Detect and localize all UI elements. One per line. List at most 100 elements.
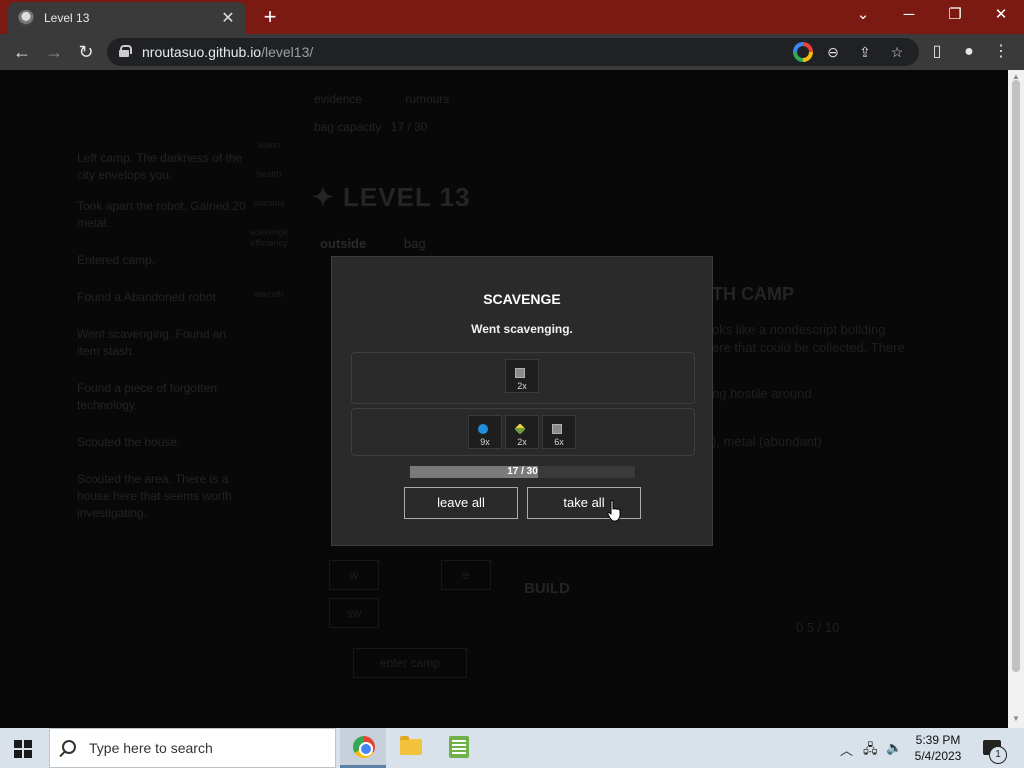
- page-scrollbar[interactable]: ▲ ▼: [1008, 70, 1024, 728]
- compass-icon: ✦: [312, 182, 335, 212]
- clock-time: 5:39 PM: [915, 733, 961, 747]
- game-tabs: outside bag: [320, 236, 426, 251]
- restore-button[interactable]: ❐: [940, 4, 970, 26]
- log-entry: Scouted the area. There is a house here …: [77, 472, 232, 520]
- notification-badge: 1: [989, 746, 1007, 764]
- scroll-down-icon[interactable]: ▼: [1012, 714, 1020, 723]
- search-icon: [62, 740, 76, 754]
- move-east-button[interactable]: e: [441, 560, 491, 590]
- side-panel-icon[interactable]: ▯: [926, 41, 948, 63]
- network-icon[interactable]: 🖧: [863, 740, 878, 762]
- stat-stamina: stamina: [253, 198, 285, 208]
- share-icon[interactable]: ⇪: [855, 42, 875, 62]
- bookmark-star-icon[interactable]: ☆: [887, 42, 907, 62]
- log-entry: Took apart the robot. Gained 20 metal.: [77, 199, 246, 230]
- build-heading: BUILD: [524, 580, 570, 597]
- bag-capacity-value: 17 / 30: [390, 120, 428, 134]
- log-entry: Found a piece of forgotten technology.: [77, 381, 218, 412]
- folder-icon: [400, 736, 422, 755]
- reload-icon[interactable]: ↻: [75, 41, 97, 63]
- take-all-button[interactable]: take all: [527, 487, 641, 519]
- forward-arrow-icon[interactable]: →: [43, 41, 65, 63]
- metal-icon: [552, 424, 562, 434]
- stat-warmth: warmth: [254, 289, 284, 299]
- tab-strip: Level 13 ✕ + ⌄ ─ ❐ ✕: [0, 0, 1024, 34]
- taskbar-chrome[interactable]: [340, 728, 386, 768]
- level-heading: ✦ LEVEL 13: [312, 182, 471, 213]
- close-window-button[interactable]: ✕: [986, 4, 1016, 26]
- tray-chevron-icon[interactable]: ︿: [840, 740, 853, 759]
- hand-cursor-icon: [607, 500, 621, 522]
- found-item-water[interactable]: 9x: [468, 415, 502, 449]
- log-entry: Scouted the house.: [77, 435, 181, 449]
- log-entry: Found a Abandoned robot: [77, 290, 216, 304]
- bag-capacity-label: bag capacity: [314, 120, 382, 134]
- log-entry: Entered camp.: [77, 253, 156, 267]
- log-entry: Went scavenging. Found an item stash.: [77, 327, 227, 358]
- player-stats: vision health stamina scavenge efficienc…: [246, 140, 292, 300]
- scavenge-dialog: SCAVENGE Went scavenging. 2x 9x 2x 6x 17…: [331, 256, 713, 546]
- tab-bag[interactable]: bag: [404, 236, 426, 251]
- stat-health: health: [256, 169, 282, 179]
- taskbar-search-box[interactable]: Type here to search: [49, 728, 336, 768]
- item-quantity: 2x: [517, 437, 527, 447]
- tab-outside[interactable]: outside: [320, 236, 366, 251]
- taskbar-notepad[interactable]: [436, 728, 482, 768]
- address-bar[interactable]: nroutasuo.github.io/level13/ ⊖ ⇪ ☆: [107, 38, 919, 66]
- leave-all-button[interactable]: leave all: [404, 487, 518, 519]
- minimize-button[interactable]: ─: [894, 4, 924, 26]
- system-clock[interactable]: 5:39 PM 5/4/2023: [908, 732, 968, 764]
- enter-camp-button[interactable]: enter camp: [353, 648, 467, 678]
- lock-icon[interactable]: [119, 45, 132, 57]
- stat-scavenge-efficiency: scavenge efficiency: [249, 227, 289, 248]
- taskbar-file-explorer[interactable]: [388, 728, 434, 768]
- tab-title: Level 13: [44, 11, 90, 25]
- found-item-metal[interactable]: 6x: [542, 415, 576, 449]
- scrollbar-thumb[interactable]: [1012, 80, 1020, 672]
- item-quantity: 9x: [480, 437, 490, 447]
- tab-search-icon[interactable]: ⌄: [848, 4, 878, 26]
- item-quantity: 2x: [517, 381, 527, 391]
- stat-vision: vision: [257, 140, 281, 150]
- item-quantity: 6x: [554, 437, 564, 447]
- build-counter: 0 5 / 10: [796, 620, 840, 635]
- level-title: LEVEL 13: [343, 182, 471, 212]
- tab-close-icon[interactable]: ✕: [220, 8, 236, 28]
- metal-icon: [515, 368, 525, 378]
- menu-kebab-icon[interactable]: ⋮: [990, 41, 1012, 63]
- skull-icon: [18, 10, 34, 26]
- url-text[interactable]: nroutasuo.github.io/level13/: [142, 44, 313, 60]
- bag-capacity-label: 17 / 30: [507, 466, 538, 477]
- windows-taskbar: Type here to search ︿ 🖧 🔈 5:39 PM 5/4/20…: [0, 728, 1024, 768]
- move-southwest-button[interactable]: sw: [329, 598, 379, 628]
- dialog-title: SCAVENGE: [483, 291, 561, 307]
- found-items-box: 9x 2x 6x: [351, 408, 695, 456]
- log-entry: Left camp. The darkness of the city enve…: [77, 151, 243, 182]
- browser-toolbar: ← → ↻ nroutasuo.github.io/level13/ ⊖ ⇪ ☆…: [0, 34, 1024, 70]
- chrome-icon: [353, 736, 375, 758]
- profile-icon[interactable]: ●: [958, 41, 980, 63]
- move-west-button[interactable]: w: [329, 560, 379, 590]
- found-item-food[interactable]: 2x: [505, 415, 539, 449]
- bag-items-box: 2x: [351, 352, 695, 404]
- windows-start-icon[interactable]: [14, 740, 32, 758]
- evidence-label: evidence: [314, 92, 363, 106]
- browser-tab[interactable]: Level 13 ✕: [8, 2, 246, 34]
- location-description: ere that could be collected. There: [712, 340, 905, 355]
- food-icon: [514, 423, 526, 435]
- new-tab-button[interactable]: +: [259, 6, 281, 28]
- dialog-subtitle: Went scavenging.: [471, 322, 573, 336]
- notepad-icon: [449, 736, 469, 758]
- game-log: Left camp. The darkness of the city enve…: [77, 100, 247, 530]
- location-resources: ), metal (abundant): [712, 434, 822, 449]
- bag-item-metal[interactable]: 2x: [505, 359, 539, 393]
- location-hostility: ng hostile around: [712, 386, 812, 401]
- bag-capacity-bar: 17 / 30: [410, 466, 635, 478]
- zoom-icon[interactable]: ⊖: [823, 42, 843, 62]
- location-description: oks like a nondescript building: [712, 322, 886, 337]
- rumours-label: rumours: [405, 92, 450, 106]
- google-lens-icon[interactable]: [793, 42, 813, 62]
- clock-date: 5/4/2023: [914, 749, 962, 763]
- back-arrow-icon[interactable]: ←: [11, 41, 33, 63]
- volume-icon[interactable]: 🔈: [886, 740, 902, 756]
